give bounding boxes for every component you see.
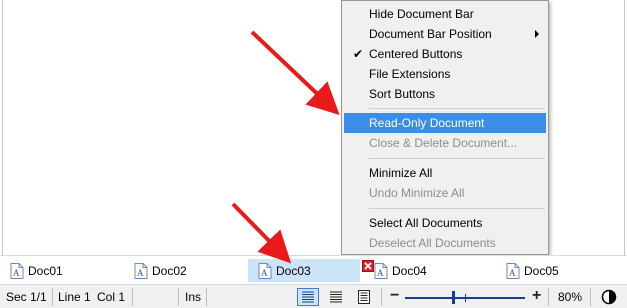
checkmark-icon: ✔ [353,47,364,61]
menu-item-minimize-all[interactable]: Minimize All [344,163,546,183]
zoom-out-icon[interactable]: − [390,287,399,305]
status-separator [548,288,549,306]
status-bar: Sec 1/1 Line 1 Col 1 Ins − + 80% [0,284,627,308]
menu-item-read-only-document[interactable]: Read-Only Document [344,113,546,133]
zoom-slider-center-tick [465,294,466,302]
status-separator [132,288,133,306]
menu-separator [369,208,545,209]
svg-text:A: A [261,268,268,278]
menu-item-document-bar-position[interactable]: Document Bar Position [344,24,546,44]
doc-tab-doc01[interactable]: A Doc01 [0,259,120,282]
align-left-icon [302,291,314,303]
svg-text:A: A [509,268,516,278]
menu-item-file-extensions[interactable]: File Extensions [344,64,546,84]
align-left-view-button[interactable] [297,288,319,306]
doc-tab-doc04[interactable]: A Doc04 [364,259,488,282]
page-view-button[interactable] [353,288,375,306]
doc-tab-label: Doc01 [28,263,63,278]
justify-view-button[interactable] [325,288,347,306]
doc-tab-doc02[interactable]: A Doc02 [124,259,244,282]
doc-tab-doc03[interactable]: A Doc03 [248,259,374,282]
document-a-icon: A [506,262,520,279]
document-a-icon: A [134,262,148,279]
status-separator [381,288,382,306]
doc-tab-doc05[interactable]: A Doc05 [496,259,620,282]
menu-item-centered-buttons[interactable]: ✔ Centered Buttons [344,44,546,64]
status-separator [590,288,591,306]
right-border [624,0,625,255]
submenu-arrow-icon [535,30,539,38]
zoom-in-icon[interactable]: + [532,287,541,305]
menu-item-sort-buttons[interactable]: Sort Buttons [344,84,546,104]
zoom-level[interactable]: 80% [558,288,582,306]
menu-item-deselect-all-documents[interactable]: Deselect All Documents [344,233,546,253]
document-a-icon: A [258,262,272,279]
insert-mode-indicator[interactable]: Ins [185,288,201,306]
menu-item-close-delete-document[interactable]: Close & Delete Document... [344,133,546,153]
menu-item-undo-minimize-all[interactable]: Undo Minimize All [344,183,546,203]
document-a-icon: A [10,262,24,279]
justify-icon [330,291,342,303]
status-separator [206,288,207,306]
svg-text:A: A [13,268,20,278]
svg-text:A: A [137,268,144,278]
section-indicator: Sec 1/1 [6,290,47,304]
menu-separator [369,158,545,159]
status-separator [52,288,53,306]
column-indicator: Col 1 [97,290,126,304]
contrast-icon[interactable] [601,289,617,305]
menu-item-hide-document-bar[interactable]: Hide Document Bar [344,4,546,24]
page-layout-icon [358,290,370,304]
line-indicator: Line 1 [58,290,91,304]
zoom-slider-thumb[interactable] [451,291,455,304]
doc-tab-label: Doc03 [276,263,311,278]
doc-tab-label: Doc05 [524,263,559,278]
document-bar-context-menu: Hide Document Bar Document Bar Position … [341,0,549,255]
doc-tab-label: Doc04 [392,263,427,278]
doc-tab-label: Doc02 [152,263,187,278]
status-separator [178,288,179,306]
document-bar: A Doc01 A Doc02 A Doc03 A Doc04 A Doc05 [0,255,627,284]
menu-separator [369,108,545,109]
document-a-icon: A [374,262,388,279]
svg-text:A: A [377,268,384,278]
left-border [2,0,3,255]
menu-item-select-all-documents[interactable]: Select All Documents [344,213,546,233]
